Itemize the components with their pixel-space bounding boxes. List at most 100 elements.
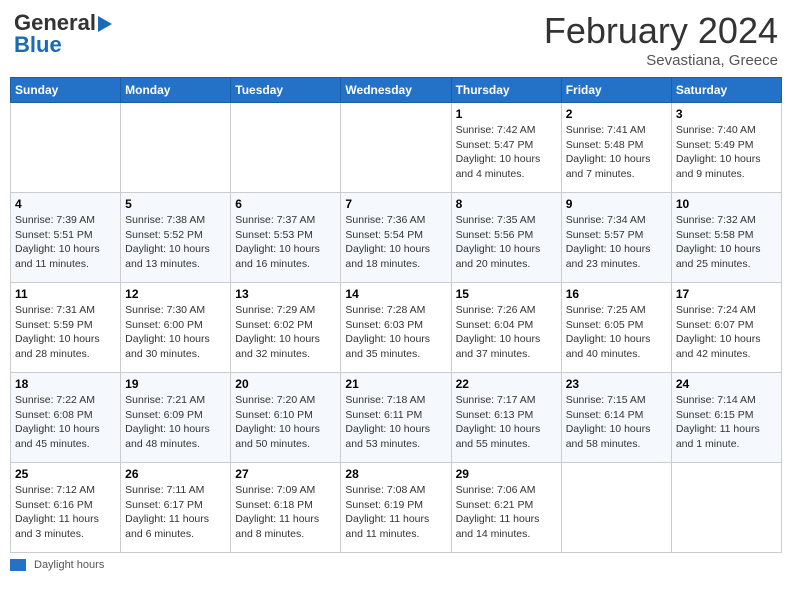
footer: Daylight hours [10,559,782,571]
day-info: Sunrise: 7:41 AMSunset: 5:48 PMDaylight:… [566,123,667,182]
day-number: 9 [566,197,667,211]
calendar-cell: 22 Sunrise: 7:17 AMSunset: 6:13 PMDayligh… [451,373,561,463]
day-number: 15 [456,287,557,301]
day-number: 17 [676,287,777,301]
day-info: Sunrise: 7:25 AMSunset: 6:05 PMDaylight:… [566,303,667,362]
logo-arrow-icon [98,16,112,32]
calendar-cell: 16 Sunrise: 7:25 AMSunset: 6:05 PMDayligh… [561,283,671,373]
calendar-cell: 15 Sunrise: 7:26 AMSunset: 6:04 PMDayligh… [451,283,561,373]
calendar-cell: 4 Sunrise: 7:39 AMSunset: 5:51 PMDaylight… [11,193,121,283]
calendar-cell: 1 Sunrise: 7:42 AMSunset: 5:47 PMDaylight… [451,103,561,193]
col-header-monday: Monday [121,78,231,103]
col-header-sunday: Sunday [11,78,121,103]
day-info: Sunrise: 7:39 AMSunset: 5:51 PMDaylight:… [15,213,116,272]
calendar-cell: 24 Sunrise: 7:14 AMSunset: 6:15 PMDayligh… [671,373,781,463]
calendar-cell: 11Sunrise: 7:31 AMSunset: 5:59 PMDayligh… [11,283,121,373]
calendar-cell [11,103,121,193]
day-number: 5 [125,197,226,211]
day-number: 21 [345,377,446,391]
logo-blue: Blue [14,32,62,58]
day-info: Sunrise: 7:09 AMSunset: 6:18 PMDaylight:… [235,483,336,542]
day-info: Sunrise: 7:36 AMSunset: 5:54 PMDaylight:… [345,213,446,272]
calendar-cell: 12 Sunrise: 7:30 AMSunset: 6:00 PMDayligh… [121,283,231,373]
day-info: Sunrise: 7:40 AMSunset: 5:49 PMDaylight:… [676,123,777,182]
day-number: 14 [345,287,446,301]
day-number: 7 [345,197,446,211]
col-header-thursday: Thursday [451,78,561,103]
day-info: Sunrise: 7:31 AMSunset: 5:59 PMDaylight:… [15,303,116,362]
day-info: Sunrise: 7:14 AMSunset: 6:15 PMDaylight:… [676,393,777,452]
day-number: 1 [456,107,557,121]
calendar-cell [341,103,451,193]
col-header-wednesday: Wednesday [341,78,451,103]
day-number: 16 [566,287,667,301]
day-number: 23 [566,377,667,391]
day-number: 24 [676,377,777,391]
day-info: Sunrise: 7:38 AMSunset: 5:52 PMDaylight:… [125,213,226,272]
calendar-cell: 2 Sunrise: 7:41 AMSunset: 5:48 PMDaylight… [561,103,671,193]
day-number: 10 [676,197,777,211]
calendar-cell: 23 Sunrise: 7:15 AMSunset: 6:14 PMDayligh… [561,373,671,463]
day-info: Sunrise: 7:26 AMSunset: 6:04 PMDaylight:… [456,303,557,362]
calendar-cell [671,463,781,553]
legend-label: Daylight hours [34,559,104,571]
calendar-cell: 10 Sunrise: 7:32 AMSunset: 5:58 PMDayligh… [671,193,781,283]
calendar-cell: 3 Sunrise: 7:40 AMSunset: 5:49 PMDaylight… [671,103,781,193]
col-header-saturday: Saturday [671,78,781,103]
day-number: 4 [15,197,116,211]
calendar-cell: 18 Sunrise: 7:22 AMSunset: 6:08 PMDayligh… [11,373,121,463]
day-info: Sunrise: 7:34 AMSunset: 5:57 PMDaylight:… [566,213,667,272]
calendar-cell: 7 Sunrise: 7:36 AMSunset: 5:54 PMDaylight… [341,193,451,283]
day-number: 2 [566,107,667,121]
day-number: 22 [456,377,557,391]
day-number: 6 [235,197,336,211]
day-number: 8 [456,197,557,211]
calendar-cell: 25 Sunrise: 7:12 AMSunset: 6:16 PMDayligh… [11,463,121,553]
day-info: Sunrise: 7:30 AMSunset: 6:00 PMDaylight:… [125,303,226,362]
day-info: Sunrise: 7:22 AMSunset: 6:08 PMDaylight:… [15,393,116,452]
calendar-cell: 5 Sunrise: 7:38 AMSunset: 5:52 PMDaylight… [121,193,231,283]
day-number: 29 [456,467,557,481]
day-info: Sunrise: 7:24 AMSunset: 6:07 PMDaylight:… [676,303,777,362]
legend-color-box [10,559,26,571]
day-number: 20 [235,377,336,391]
month-title: February 2024 [544,10,778,52]
day-number: 27 [235,467,336,481]
day-number: 12 [125,287,226,301]
calendar-cell: 19Sunrise: 7:21 AMSunset: 6:09 PMDayligh… [121,373,231,463]
day-info: Sunrise: 7:12 AMSunset: 6:16 PMDaylight:… [15,483,116,542]
day-info: Sunrise: 7:35 AMSunset: 5:56 PMDaylight:… [456,213,557,272]
day-number: 3 [676,107,777,121]
title-block: February 2024 Sevastiana, Greece [544,10,778,69]
day-info: Sunrise: 7:11 AMSunset: 6:17 PMDaylight:… [125,483,226,542]
day-info: Sunrise: 7:20 AMSunset: 6:10 PMDaylight:… [235,393,336,452]
day-number: 18 [15,377,116,391]
day-info: Sunrise: 7:29 AMSunset: 6:02 PMDaylight:… [235,303,336,362]
col-header-tuesday: Tuesday [231,78,341,103]
calendar-cell: 26Sunrise: 7:11 AMSunset: 6:17 PMDayligh… [121,463,231,553]
day-number: 25 [15,467,116,481]
calendar-cell: 14 Sunrise: 7:28 AMSunset: 6:03 PMDayligh… [341,283,451,373]
calendar-cell: 20 Sunrise: 7:20 AMSunset: 6:10 PMDayligh… [231,373,341,463]
calendar-cell: 29 Sunrise: 7:06 AMSunset: 6:21 PMDayligh… [451,463,561,553]
location-title: Sevastiana, Greece [544,52,778,69]
logo: General Blue [14,10,112,58]
calendar-cell: 21Sunrise: 7:18 AMSunset: 6:11 PMDayligh… [341,373,451,463]
page-header: General Blue February 2024 Sevastiana, G… [10,10,782,69]
day-info: Sunrise: 7:42 AMSunset: 5:47 PMDaylight:… [456,123,557,182]
calendar-table: SundayMondayTuesdayWednesdayThursdayFrid… [10,77,782,553]
calendar-cell: 17 Sunrise: 7:24 AMSunset: 6:07 PMDayligh… [671,283,781,373]
calendar-cell: 13Sunrise: 7:29 AMSunset: 6:02 PMDayligh… [231,283,341,373]
day-info: Sunrise: 7:06 AMSunset: 6:21 PMDaylight:… [456,483,557,542]
day-info: Sunrise: 7:32 AMSunset: 5:58 PMDaylight:… [676,213,777,272]
calendar-cell: 9 Sunrise: 7:34 AMSunset: 5:57 PMDaylight… [561,193,671,283]
col-header-friday: Friday [561,78,671,103]
day-number: 28 [345,467,446,481]
day-info: Sunrise: 7:17 AMSunset: 6:13 PMDaylight:… [456,393,557,452]
calendar-cell [561,463,671,553]
calendar-cell: 6Sunrise: 7:37 AMSunset: 5:53 PMDaylight… [231,193,341,283]
day-info: Sunrise: 7:15 AMSunset: 6:14 PMDaylight:… [566,393,667,452]
calendar-cell: 28Sunrise: 7:08 AMSunset: 6:19 PMDayligh… [341,463,451,553]
calendar-cell [121,103,231,193]
day-info: Sunrise: 7:28 AMSunset: 6:03 PMDaylight:… [345,303,446,362]
